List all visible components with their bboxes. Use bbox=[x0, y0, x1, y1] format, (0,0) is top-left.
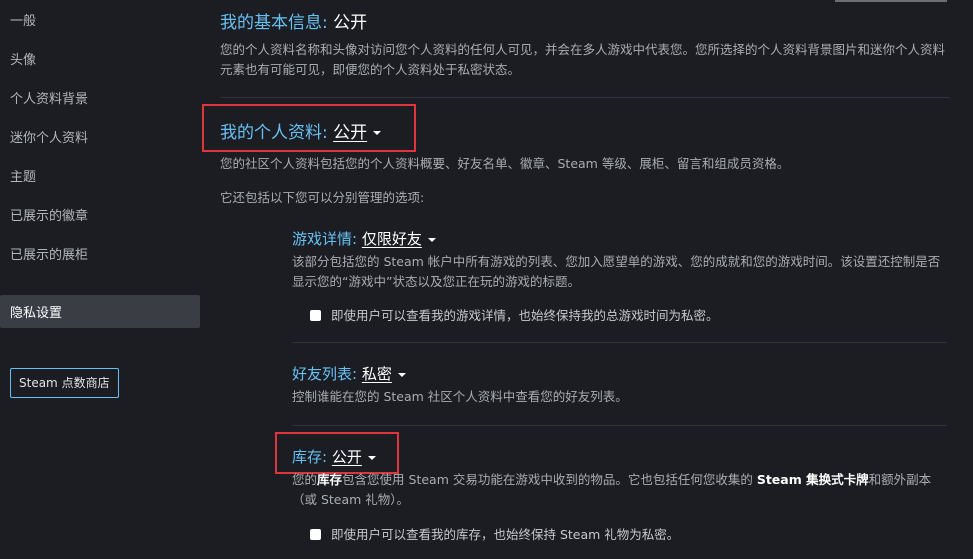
sidebar-item-privacy[interactable]: 隐私设置 bbox=[0, 295, 200, 328]
divider bbox=[292, 342, 947, 343]
inventory-desc-emphasis: 库存 bbox=[317, 472, 343, 487]
caret-down-icon bbox=[427, 237, 436, 242]
basic-info-value: 公开 bbox=[333, 13, 368, 33]
inventory-heading: 库存: 公开 bbox=[292, 446, 376, 467]
friends-list-privacy-value: 私密 bbox=[361, 365, 392, 383]
friends-list-heading: 好友列表: 私密 bbox=[292, 363, 406, 384]
game-time-private-checkbox-row[interactable]: 即使用户可以查看我的游戏详情，也始终保持我的总游戏时间为私密。 bbox=[310, 305, 719, 324]
profile-privacy-dropdown[interactable]: 公开 bbox=[333, 123, 382, 143]
inventory-privacy-value: 公开 bbox=[331, 448, 362, 466]
sidebar-item-featured-showcase[interactable]: 已展示的展柜 bbox=[10, 247, 88, 265]
sidebar-item-featured-badge[interactable]: 已展示的徽章 bbox=[10, 208, 88, 226]
trading-cards-emphasis: Steam 集换式卡牌 bbox=[756, 472, 869, 487]
friends-list-privacy-dropdown[interactable]: 私密 bbox=[362, 365, 406, 383]
privacy-settings-panel: 我的基本信息: 公开 您的个人资料名称和头像对访问您个人资料的任何人可见，并会在… bbox=[202, 0, 973, 559]
gifts-private-checkbox[interactable] bbox=[310, 529, 321, 540]
sidebar-item-general[interactable]: 一般 bbox=[10, 13, 36, 31]
caret-down-icon bbox=[367, 455, 376, 460]
basic-info-label: 我的基本信息: bbox=[220, 13, 328, 33]
sidebar-item-avatar[interactable]: 头像 bbox=[10, 52, 36, 70]
friends-list-description: 控制谁能在您的 Steam 社区个人资料中查看您的好友列表。 bbox=[292, 389, 628, 404]
divider bbox=[292, 425, 947, 426]
inventory-desc-part: 包含您使用 Steam 交易功能在游戏中收到的物品。它也包括任何您收集的 bbox=[342, 472, 757, 487]
gifts-private-label: 即使用户可以查看我的库存，也始终保持 Steam 礼物为私密。 bbox=[331, 527, 680, 542]
sidebar-item-profile-background[interactable]: 个人资料背景 bbox=[10, 91, 88, 109]
points-shop-button[interactable]: Steam 点数商店 bbox=[10, 368, 119, 398]
inventory-desc-part: 您的 bbox=[292, 472, 318, 487]
caret-down-icon bbox=[397, 372, 406, 377]
game-time-private-checkbox[interactable] bbox=[310, 310, 321, 321]
game-details-heading: 游戏详情: 仅限好友 bbox=[292, 228, 436, 249]
profile-privacy-value: 公开 bbox=[333, 123, 368, 143]
sidebar-item-mini-profile[interactable]: 迷你个人资料 bbox=[10, 130, 88, 148]
game-details-label: 游戏详情: bbox=[292, 230, 358, 248]
basic-info-description: 您的个人资料名称和头像对访问您个人资料的任何人可见，并会在多人游戏中代表您。您所… bbox=[220, 42, 946, 77]
divider bbox=[220, 97, 950, 98]
gifts-private-checkbox-row[interactable]: 即使用户可以查看我的库存，也始终保持 Steam 礼物为私密。 bbox=[310, 524, 679, 543]
inventory-privacy-dropdown[interactable]: 公开 bbox=[332, 448, 376, 466]
game-details-description: 该部分包括您的 Steam 帐户中所有游戏的列表、您加入愿望单的游戏、您的成就和… bbox=[292, 254, 941, 289]
sidebar-item-privacy-label: 隐私设置 bbox=[10, 306, 63, 321]
game-time-private-label: 即使用户可以查看我的游戏详情，也始终保持我的总游戏时间为私密。 bbox=[331, 308, 719, 323]
game-details-privacy-dropdown[interactable]: 仅限好友 bbox=[362, 230, 436, 248]
basic-info-heading: 我的基本信息: 公开 bbox=[220, 8, 367, 33]
profile-description: 您的社区个人资料包括您的个人资料概要、好友名单、徽章、Steam 等级、展柜、留… bbox=[220, 156, 790, 171]
profile-description-extra: 它还包括以下您可以分别管理的选项: bbox=[220, 190, 425, 205]
inventory-description: 您的库存包含您使用 Steam 交易功能在游戏中收到的物品。它也包括任何您收集的… bbox=[292, 470, 952, 510]
profile-label: 我的个人资料: bbox=[220, 123, 328, 143]
inventory-label: 库存: bbox=[292, 448, 328, 466]
sidebar: 一般 头像 个人资料背景 迷你个人资料 主题 已展示的徽章 已展示的展柜 隐私设… bbox=[0, 0, 205, 559]
game-details-privacy-value: 仅限好友 bbox=[361, 230, 422, 248]
friends-list-label: 好友列表: bbox=[292, 365, 358, 383]
caret-down-icon bbox=[373, 131, 382, 135]
scroll-hint-bar bbox=[835, 0, 947, 2]
profile-heading: 我的个人资料: 公开 bbox=[220, 118, 382, 143]
sidebar-item-theme[interactable]: 主题 bbox=[10, 169, 36, 187]
